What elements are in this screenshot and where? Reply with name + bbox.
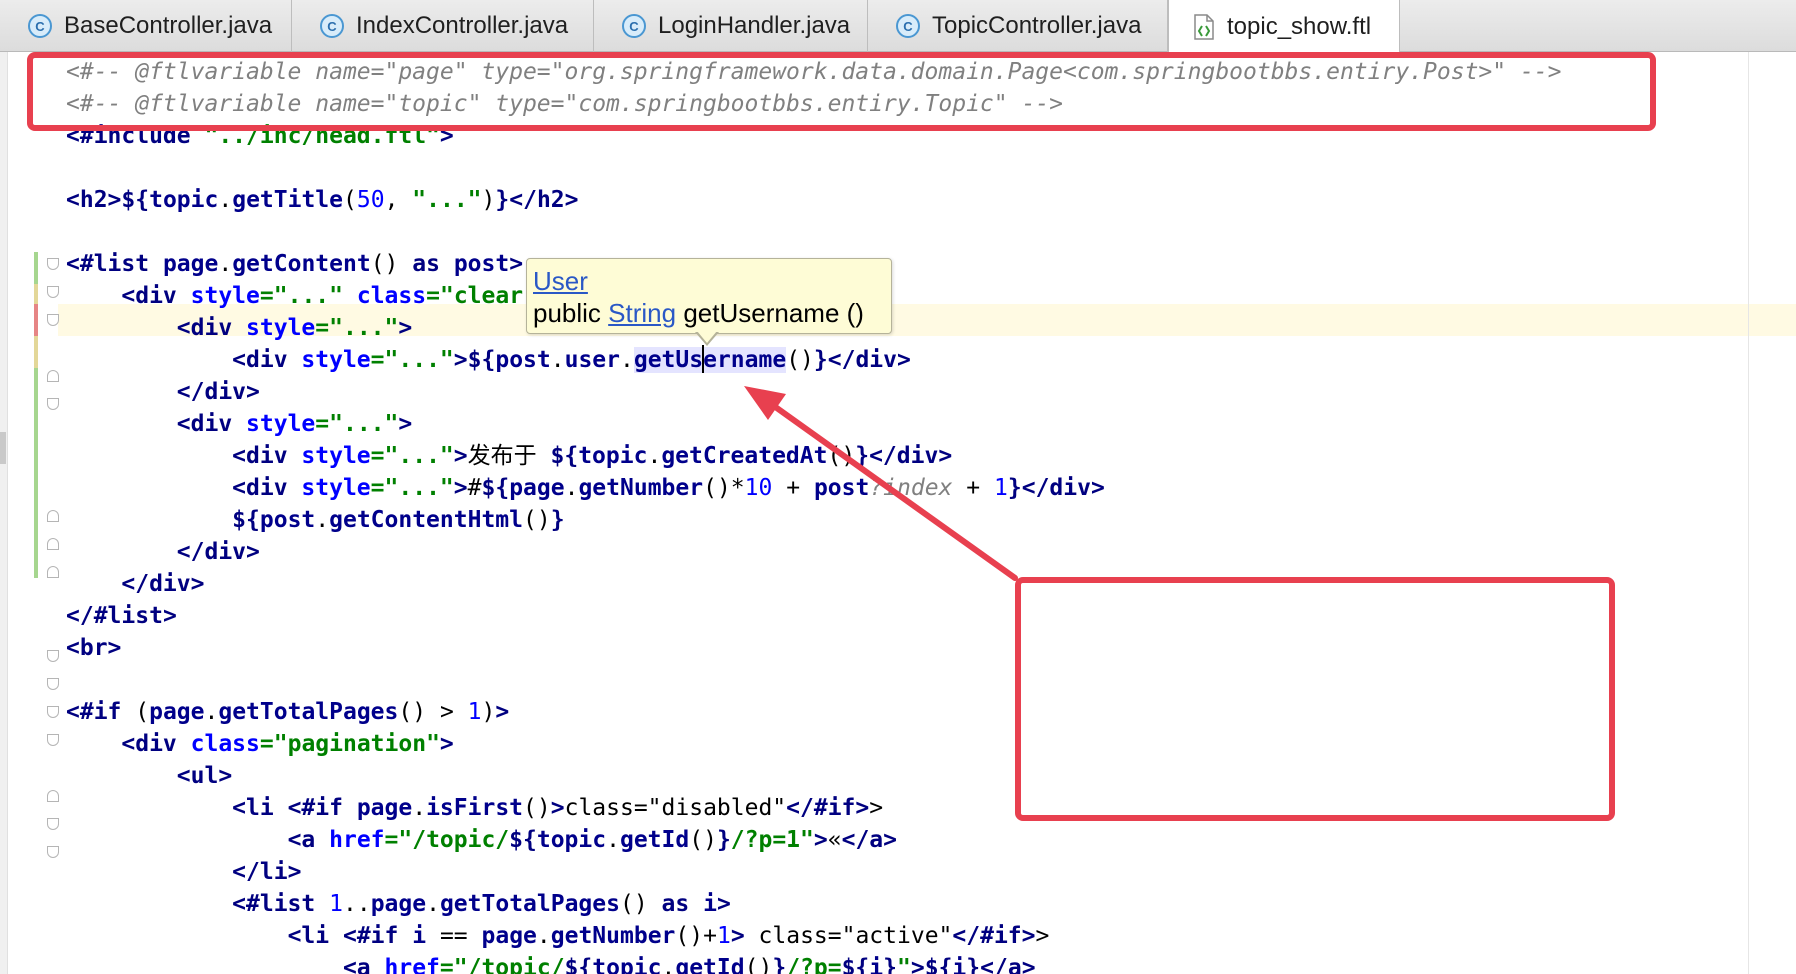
tooltip-return-type-link[interactable]: String [608, 298, 676, 328]
fold-marker[interactable] [47, 650, 59, 662]
change-marker [34, 336, 38, 368]
structure-scroll-thumb[interactable] [0, 432, 6, 464]
fold-marker[interactable] [47, 510, 59, 522]
fold-marker[interactable] [47, 734, 59, 746]
code-line[interactable]: <#include "../inc/head.ftl"> [66, 120, 1562, 152]
text-caret [702, 345, 705, 373]
editor-tab-bar: C BaseController.java C IndexController.… [0, 0, 1796, 53]
tooltip-pointer-fill [697, 331, 717, 343]
code-line[interactable]: <#list 1..page.getTotalPages() as i> [66, 888, 1562, 920]
fold-marker[interactable] [47, 314, 59, 326]
fold-marker[interactable] [47, 790, 59, 802]
code-line[interactable] [66, 664, 1562, 696]
code-line[interactable] [66, 152, 1562, 184]
fold-marker[interactable] [47, 370, 59, 382]
code-line[interactable]: <h2>${topic.getTitle(50, "...")}</h2> [66, 184, 1562, 216]
tooltip-type-link[interactable]: User [533, 266, 588, 296]
code-editor[interactable]: <#-- @ftlvariable name="page" type="org.… [0, 52, 1796, 974]
code-line[interactable]: <div style="...">${post.user.getUsername… [66, 344, 1562, 376]
editor-left-edge [0, 52, 8, 974]
code-line[interactable]: ${post.getContentHtml()} [66, 504, 1562, 536]
code-line[interactable]: </div> [66, 536, 1562, 568]
fold-marker[interactable] [47, 678, 59, 690]
right-margin-guide [1748, 52, 1749, 974]
fold-marker[interactable] [47, 566, 59, 578]
tab-topic-show-ftl[interactable]: topic_show.ftl [1168, 0, 1400, 53]
tab-topiccontroller[interactable]: C TopicController.java [868, 0, 1168, 52]
code-line[interactable]: </div> [66, 568, 1562, 600]
java-class-icon: C [28, 14, 52, 38]
fold-marker[interactable] [47, 846, 59, 858]
tab-label: topic_show.ftl [1227, 12, 1372, 40]
java-class-icon: C [320, 14, 344, 38]
quick-doc-tooltip: User public String getUsername () [526, 258, 892, 334]
tab-label: LoginHandler.java [658, 12, 851, 39]
tooltip-method-signature: getUsername () [683, 298, 864, 328]
fold-marker[interactable] [47, 706, 59, 718]
code-line[interactable]: <li <#if page.isFirst()>class="disabled"… [66, 792, 1562, 824]
code-line[interactable]: <li <#if i == page.getNumber()+1> class=… [66, 920, 1562, 952]
code-line[interactable]: <br> [66, 632, 1562, 664]
code-line[interactable]: </#list> [66, 600, 1562, 632]
change-marker [34, 368, 38, 578]
tooltip-modifier: public [533, 298, 601, 328]
fold-marker[interactable] [47, 286, 59, 298]
tab-label: IndexController.java [356, 12, 569, 39]
code-line[interactable]: <#if (page.getTotalPages() > 1)> [66, 696, 1562, 728]
ide-window: C BaseController.java C IndexController.… [0, 0, 1796, 974]
change-marker [34, 304, 38, 336]
code-line[interactable]: <#-- @ftlvariable name="topic" type="com… [66, 88, 1562, 120]
tab-loginhandler[interactable]: C LoginHandler.java [594, 0, 868, 52]
code-line[interactable]: <div class="pagination"> [66, 728, 1562, 760]
code-line[interactable]: <div style="..."> [66, 408, 1562, 440]
code-text[interactable]: <#-- @ftlvariable name="page" type="org.… [66, 56, 1562, 974]
code-line[interactable]: <ul> [66, 760, 1562, 792]
code-line[interactable]: <div style="...">#${page.getNumber()*10 … [66, 472, 1562, 504]
ftl-file-icon [1194, 13, 1214, 40]
code-line[interactable]: <a href="/topic/${topic.getId()}/?p=${i}… [66, 952, 1562, 974]
code-line[interactable] [66, 216, 1562, 248]
fold-marker[interactable] [47, 818, 59, 830]
java-class-icon: C [896, 14, 920, 38]
fold-marker[interactable] [47, 258, 59, 270]
java-class-icon: C [622, 14, 646, 38]
tab-label: TopicController.java [932, 12, 1142, 39]
tab-indexcontroller[interactable]: C IndexController.java [292, 0, 594, 52]
code-line[interactable]: <a href="/topic/${topic.getId()}/?p=1">«… [66, 824, 1562, 856]
editor-gutter [0, 52, 59, 974]
tab-basecontroller[interactable]: C BaseController.java [0, 0, 292, 52]
tab-label: BaseController.java [64, 12, 273, 39]
code-line[interactable]: <div style="...">发布于 ${topic.getCreatedA… [66, 440, 1562, 472]
code-line[interactable]: </li> [66, 856, 1562, 888]
code-line[interactable]: </div> [66, 376, 1562, 408]
code-line[interactable]: <#-- @ftlvariable name="page" type="org.… [66, 56, 1562, 88]
fold-marker[interactable] [47, 538, 59, 550]
change-marker [34, 252, 38, 284]
fold-marker[interactable] [47, 398, 59, 410]
